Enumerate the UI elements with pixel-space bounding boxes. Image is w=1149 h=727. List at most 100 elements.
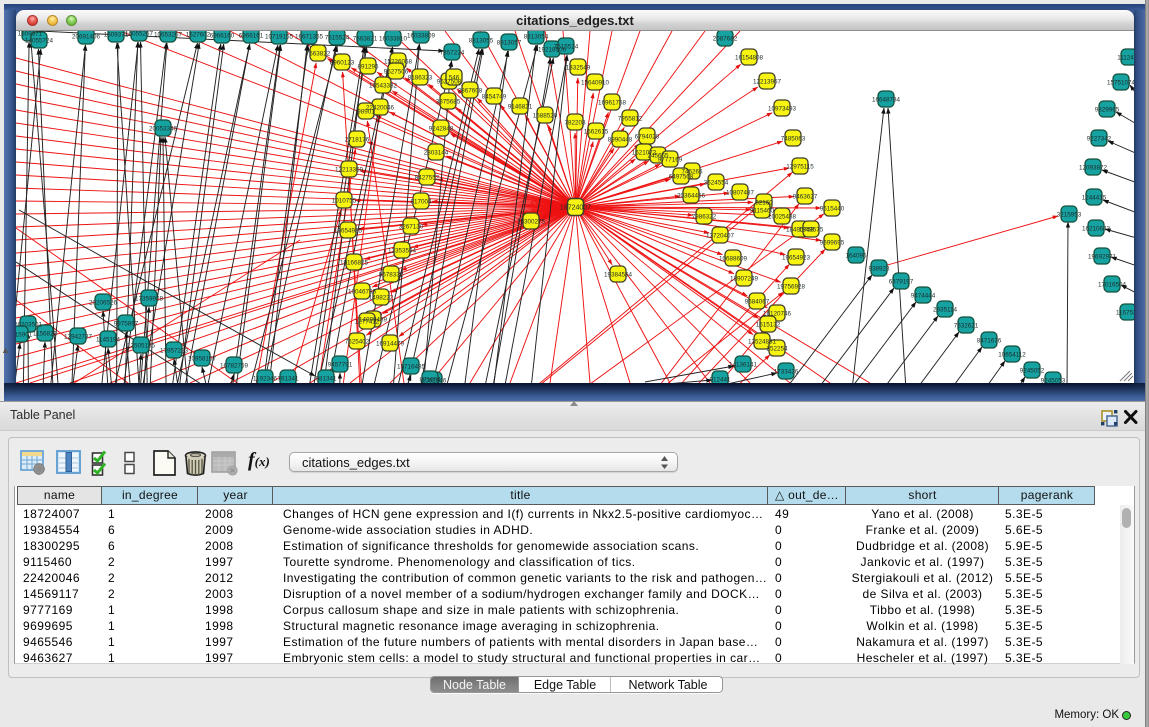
svg-text:26203501: 26203501: [16, 321, 42, 328]
svg-text:7625402: 7625402: [345, 338, 370, 345]
svg-text:16055267: 16055267: [125, 31, 154, 37]
svg-text:8813054: 8813054: [524, 33, 549, 40]
svg-text:164095: 164095: [845, 252, 867, 259]
svg-text:15716485: 15716485: [397, 363, 426, 370]
svg-text:938923: 938923: [868, 265, 890, 272]
svg-text:13720407: 13720407: [706, 232, 735, 239]
svg-text:6966160: 6966160: [210, 32, 235, 39]
svg-text:9474444: 9474444: [911, 292, 936, 299]
svg-text:8454749: 8454749: [482, 93, 507, 100]
svg-text:1010755: 1010755: [332, 197, 357, 204]
svg-text:1167533: 1167533: [1116, 309, 1134, 316]
svg-text:546: 546: [449, 74, 460, 81]
svg-text:14055724: 14055724: [25, 37, 54, 44]
svg-text:9115460: 9115460: [750, 207, 775, 214]
svg-text:16210643: 16210643: [1082, 225, 1111, 232]
svg-text:19654923: 19654923: [782, 254, 811, 261]
svg-text:7955812: 7955812: [618, 115, 643, 122]
svg-text:16033810: 16033810: [379, 35, 408, 42]
svg-text:19654985: 19654985: [334, 227, 363, 234]
svg-text:7663821: 7663821: [353, 35, 378, 42]
svg-text:7632621: 7632621: [954, 322, 979, 329]
svg-text:16914479: 16914479: [376, 340, 405, 347]
svg-text:981341: 981341: [315, 375, 337, 382]
svg-text:18907249: 18907249: [730, 275, 759, 282]
svg-text:10958107: 10958107: [188, 355, 217, 362]
svg-text:15751074: 15751074: [1107, 79, 1134, 86]
svg-text:3267130: 3267130: [399, 223, 424, 230]
svg-text:1562615: 1562615: [584, 128, 609, 135]
svg-text:1588520: 1588520: [533, 112, 558, 119]
svg-text:15300275: 15300275: [517, 218, 546, 225]
svg-text:10719155: 10719155: [265, 33, 294, 40]
svg-text:1527602: 1527602: [186, 31, 211, 38]
svg-text:1156829: 1156829: [33, 330, 58, 337]
svg-text:7485063: 7485063: [781, 135, 806, 142]
svg-text:9777169: 9777169: [658, 156, 683, 163]
svg-text:2803144: 2803144: [424, 149, 449, 156]
svg-text:9227342: 9227342: [1087, 135, 1112, 142]
svg-text:252254: 252254: [766, 345, 788, 352]
svg-text:8471676: 8471676: [977, 337, 1002, 344]
svg-text:12942737: 12942737: [64, 333, 93, 340]
svg-text:10025488: 10025488: [768, 213, 797, 220]
svg-text:12353594: 12353594: [388, 247, 417, 254]
svg-text:19384554: 19384554: [604, 271, 633, 278]
svg-text:12505135: 12505135: [127, 342, 156, 349]
svg-text:9515440: 9515440: [820, 205, 845, 212]
svg-text:20053346: 20053346: [149, 125, 178, 132]
svg-text:1277412: 1277412: [355, 318, 380, 325]
svg-text:8427552: 8427552: [415, 174, 440, 181]
svg-text:7515524: 7515524: [554, 43, 579, 50]
svg-text:8813057: 8813057: [497, 39, 522, 46]
svg-text:912441: 912441: [709, 376, 731, 383]
svg-text:10973493: 10973493: [768, 105, 797, 112]
svg-text:2935114: 2935114: [933, 306, 958, 313]
svg-text:3215953: 3215953: [1057, 211, 1082, 218]
svg-text:9463627: 9463627: [793, 193, 818, 200]
svg-text:8960123: 8960123: [330, 59, 355, 66]
svg-text:16671355: 16671355: [295, 33, 324, 40]
svg-text:1192346: 1192346: [253, 375, 278, 382]
svg-text:7663822: 7663822: [306, 50, 331, 57]
svg-text:13524851: 13524851: [748, 338, 777, 345]
svg-text:1733426: 1733426: [774, 368, 799, 375]
svg-text:15640910: 15640910: [581, 79, 610, 86]
svg-text:1498222: 1498222: [369, 294, 394, 301]
svg-text:17957223: 17957223: [160, 347, 189, 354]
svg-text:2087682: 2087682: [713, 35, 738, 42]
svg-text:12093872: 12093872: [1079, 164, 1108, 171]
svg-text:10654112: 10654112: [998, 351, 1026, 358]
svg-text:20206526: 20206526: [89, 299, 118, 306]
svg-text:1849575: 1849575: [799, 226, 824, 233]
svg-text:8813055: 8813055: [469, 37, 494, 44]
svg-text:10653267: 10653267: [154, 31, 183, 38]
svg-text:14136141: 14136141: [729, 361, 758, 368]
svg-text:16961758: 16961758: [598, 99, 627, 106]
svg-text:9457791: 9457791: [328, 361, 353, 368]
svg-text:17359928: 17359928: [135, 295, 164, 302]
svg-text:16154808: 16154808: [735, 54, 764, 61]
svg-text:3624554: 3624554: [704, 179, 729, 186]
svg-text:1244415: 1244415: [1082, 194, 1107, 201]
svg-text:817004: 817004: [410, 198, 432, 205]
svg-text:8186323: 8186323: [408, 74, 433, 81]
svg-text:6379197: 6379197: [889, 278, 914, 285]
svg-text:18724007: 18724007: [560, 205, 591, 212]
svg-text:1145194: 1145194: [96, 336, 121, 343]
svg-text:891295: 891295: [357, 63, 379, 70]
svg-text:8678332: 8678332: [379, 271, 404, 278]
svg-text:8990448: 8990448: [608, 136, 633, 143]
svg-text:1112483: 1112483: [1117, 54, 1134, 61]
svg-text:12975115: 12975115: [786, 163, 814, 170]
svg-text:16120746: 16120746: [763, 310, 792, 317]
svg-text:7357224: 7357224: [440, 49, 465, 56]
svg-text:6794028: 6794028: [635, 133, 660, 140]
svg-text:6497568: 6497568: [669, 173, 694, 180]
svg-text:9245053: 9245053: [1041, 377, 1066, 383]
svg-text:98901: 98901: [357, 108, 375, 115]
svg-text:7515524: 7515524: [325, 34, 350, 41]
svg-text:15226058: 15226058: [384, 58, 413, 65]
svg-text:9527506: 9527506: [384, 68, 409, 75]
svg-text:16543382: 16543382: [369, 82, 398, 89]
